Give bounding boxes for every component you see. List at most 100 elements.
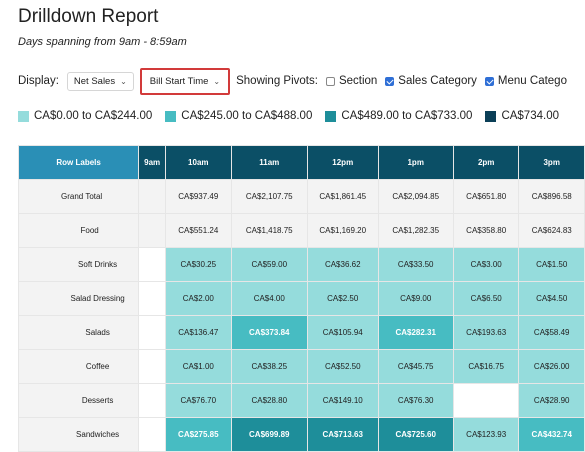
table-cell: CA$26.00: [518, 349, 585, 384]
table-cell: CA$52.50: [306, 349, 379, 384]
table-row[interactable]: Sandwiches CA$275.85 CA$699.89 CA$713.63 CA$…: [17, 417, 585, 452]
display-dropdown-value: Net Sales: [73, 75, 116, 87]
table-row[interactable]: Grand Total CA$937.49 CA$2,107.75 CA$1,861.…: [17, 179, 585, 214]
table-cell: CA$2.50: [306, 281, 379, 316]
table-cell: [138, 349, 167, 384]
checkbox-icon: [325, 76, 335, 86]
table-cell: CA$275.85: [165, 417, 232, 452]
table-cell: CA$36.62: [306, 247, 379, 282]
legend-label: CA$734.00: [501, 110, 559, 122]
menu-category-checkbox[interactable]: Menu Catego: [484, 75, 567, 87]
table-cell: CA$4.00: [230, 281, 308, 316]
row-label[interactable]: Food: [17, 213, 140, 248]
table-cell: CA$9.00: [377, 281, 454, 316]
row-label[interactable]: Salads: [17, 315, 140, 350]
table-cell: CA$624.83: [518, 213, 585, 248]
table-cell: CA$651.80: [452, 179, 520, 214]
table-cell: CA$432.74: [518, 417, 585, 452]
table-cell: CA$3.00: [452, 247, 520, 282]
legend-item: CA$0.00 to CA$244.00: [18, 110, 152, 122]
table-cell: CA$33.50: [377, 247, 454, 282]
table-cell: CA$45.75: [377, 349, 454, 384]
pivots-label: Showing Pivots:: [236, 75, 318, 87]
table-cell: CA$2,094.85: [377, 179, 454, 214]
header-row: Row Labels 9am 10am 11am 12pm 1pm 2pm 3p…: [17, 145, 585, 180]
table-row[interactable]: Salads CA$136.47 CA$373.84 CA$105.94 CA$282.…: [17, 315, 585, 350]
section-checkbox-label: Section: [338, 75, 378, 87]
table-cell: CA$1,282.35: [377, 213, 454, 248]
legend-swatch: [325, 110, 337, 122]
chevron-down-icon: ⌄: [120, 76, 127, 86]
table-cell: [138, 247, 167, 282]
legend-swatch: [165, 110, 177, 122]
table-row[interactable]: Food CA$551.24 CA$1,418.75 CA$1,169.20 CA$1,…: [17, 213, 585, 248]
legend-item: CA$489.00 to CA$733.00: [325, 110, 472, 122]
table-cell: CA$4.50: [518, 281, 585, 316]
row-labels-header[interactable]: Row Labels: [17, 145, 140, 180]
row-label[interactable]: Soft Drinks: [17, 247, 140, 282]
sales-category-checkbox-label: Sales Category: [398, 75, 477, 87]
hour-header[interactable]: 10am: [165, 145, 232, 180]
hour-header[interactable]: 9am: [138, 145, 167, 180]
table-row[interactable]: Coffee CA$1.00 CA$38.25 CA$52.50 CA$45.75 CA$…: [17, 349, 585, 384]
table-cell: [138, 213, 167, 248]
legend-label: CA$0.00 to CA$244.00: [34, 110, 153, 122]
hour-header[interactable]: 1pm: [377, 145, 454, 180]
menu-category-checkbox-label: Menu Catego: [497, 75, 567, 87]
table-cell: CA$76.30: [377, 383, 454, 418]
table-cell: CA$193.63: [452, 315, 520, 350]
row-label[interactable]: Grand Total: [17, 179, 140, 214]
table-cell: CA$699.89: [230, 417, 308, 452]
table-cell: CA$149.10: [306, 383, 379, 418]
controls-bar: Display: Net Sales ⌄ Bill Start Time ⌄ S…: [18, 67, 567, 95]
pivot-dropdown-value: Bill Start Time: [149, 75, 209, 87]
row-label[interactable]: Coffee: [17, 349, 140, 384]
table-cell: CA$1,418.75: [230, 213, 308, 248]
row-label[interactable]: Desserts: [17, 383, 140, 418]
section-checkbox[interactable]: Section: [325, 75, 378, 87]
table-cell: [138, 281, 167, 316]
pivot-dropdown[interactable]: Bill Start Time ⌄: [139, 67, 231, 95]
report-title: Drilldown Report: [18, 6, 159, 27]
color-legend: CA$0.00 to CA$244.00 CA$245.00 to CA$488…: [18, 110, 572, 122]
display-dropdown[interactable]: Net Sales ⌄: [66, 71, 134, 91]
table-row[interactable]: Desserts CA$76.70 CA$28.80 CA$149.10 CA$76.3…: [17, 383, 585, 418]
hour-header[interactable]: 2pm: [452, 145, 520, 180]
legend-swatch: [18, 110, 29, 122]
table-cell: CA$2,107.75: [230, 179, 308, 214]
table-cell: CA$1,861.45: [306, 179, 379, 214]
table-cell: CA$136.47: [165, 315, 232, 350]
table-cell: CA$28.80: [230, 383, 308, 418]
table-cell: CA$282.31: [377, 315, 454, 350]
hour-header[interactable]: 3pm: [518, 145, 585, 180]
table-cell: CA$38.25: [230, 349, 308, 384]
table-cell: [452, 383, 520, 418]
hour-header[interactable]: 11am: [230, 145, 308, 180]
legend-swatch: [485, 110, 497, 122]
table-cell: CA$896.58: [518, 179, 585, 214]
table-row[interactable]: Soft Drinks CA$30.25 CA$59.00 CA$36.62 CA$33…: [17, 247, 585, 282]
report-subtitle: Days spanning from 9am - 8:59am: [18, 36, 187, 48]
pivot-table: Row Labels 9am 10am 11am 12pm 1pm 2pm 3p…: [17, 145, 585, 452]
table-row[interactable]: Salad Dressing CA$2.00 CA$4.00 CA$2.50 CA$9.…: [17, 281, 585, 316]
table-cell: CA$105.94: [306, 315, 379, 350]
sales-category-checkbox[interactable]: Sales Category: [385, 75, 477, 87]
table-cell: CA$28.90: [518, 383, 585, 418]
table-cell: CA$30.25: [165, 247, 232, 282]
table-cell: CA$76.70: [165, 383, 232, 418]
table-cell: CA$58.49: [518, 315, 585, 350]
legend-item: CA$734.00: [485, 110, 559, 122]
legend-label: CA$489.00 to CA$733.00: [341, 110, 473, 122]
table-cell: [138, 417, 167, 452]
display-label: Display:: [18, 75, 59, 87]
checkbox-checked-icon: [385, 76, 395, 86]
table-cell: [138, 315, 167, 350]
legend-label: CA$245.00 to CA$488.00: [181, 110, 313, 122]
table-cell: CA$123.93: [452, 417, 520, 452]
row-label[interactable]: Sandwiches: [17, 417, 140, 452]
row-label[interactable]: Salad Dressing: [17, 281, 140, 316]
table-cell: CA$16.75: [452, 349, 520, 384]
hour-header[interactable]: 12pm: [306, 145, 379, 180]
table-cell: CA$937.49: [165, 179, 232, 214]
table-cell: CA$713.63: [306, 417, 379, 452]
